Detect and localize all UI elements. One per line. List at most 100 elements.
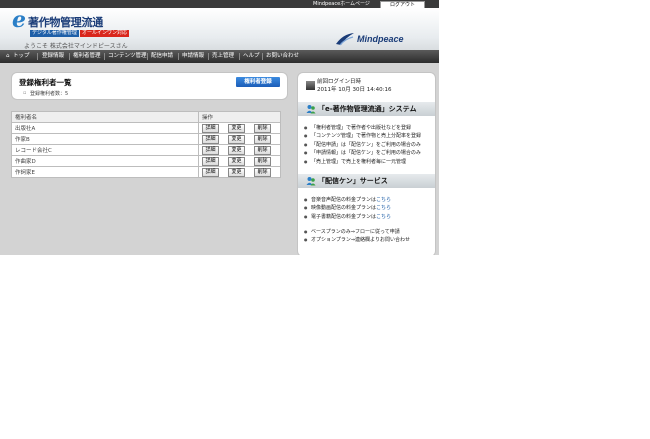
row-actions: 詳細 変更 削除 xyxy=(198,166,281,178)
nav-item-contents[interactable]: コンテンツ管理 xyxy=(108,50,147,63)
site-logo[interactable]: e 著作物管理流通 デジタル著作権管理 オールインワン対応 xyxy=(12,7,132,42)
rights-holder-name: 作家B xyxy=(11,133,199,145)
plan-link[interactable]: こちら xyxy=(376,214,391,220)
nav-divider xyxy=(37,53,38,60)
system-feature-list: 「権利者管理」で著作者や出版社などを登録 「コンテンツ管理」で著作物と売上分配率… xyxy=(304,124,421,166)
registered-count: ▫ 登録権利者数：5 xyxy=(23,90,69,97)
list-item: 音楽音声配信の料金プランはこちら xyxy=(304,196,391,205)
row-actions: 詳細 変更 削除 xyxy=(198,122,281,134)
table-row: 作家B 詳細 変更 削除 xyxy=(11,133,281,145)
list-item: 「配信申請」は「配信ケン」をご利用の場合のみ xyxy=(304,141,421,150)
top-bar: Mindpeaceホームページ ログアウト xyxy=(0,0,439,9)
logo-subtitle: デジタル著作権管理 xyxy=(30,30,79,37)
bullet-icon: ▫ xyxy=(23,90,27,96)
nav-item-distribution-request[interactable]: 配信申請 xyxy=(151,50,173,63)
row-actions: 詳細 変更 削除 xyxy=(198,133,281,145)
nav-item-request-info[interactable]: 申請情報 xyxy=(182,50,204,63)
mindpeace-logo: Mindpeace xyxy=(335,32,425,48)
delete-button[interactable]: 削除 xyxy=(254,167,271,177)
logo-badge: オールインワン対応 xyxy=(80,30,130,37)
detail-button[interactable]: 詳細 xyxy=(202,156,219,166)
nav-divider xyxy=(262,53,263,60)
row-actions: 詳細 変更 削除 xyxy=(198,144,281,156)
user-avatar-icon xyxy=(306,81,315,90)
rights-holder-table: 権利者名 操作 出版社A 詳細 変更 削除 作家B 詳細 変更 削除 レコード会社C 詳… xyxy=(11,111,281,178)
nav-divider xyxy=(239,53,240,60)
nav-item-help[interactable]: ヘルプ xyxy=(243,50,260,63)
nav-divider xyxy=(208,53,209,60)
nav-item-contact[interactable]: お問い合わせ xyxy=(266,50,299,63)
rights-holder-name: 作曲家D xyxy=(11,155,199,167)
nav-item-top[interactable]: トップ xyxy=(13,50,30,63)
delete-button[interactable]: 削除 xyxy=(254,134,271,144)
nav-divider xyxy=(69,53,70,60)
info-sidebar: 前回ログイン日時 2011年 10月 30日 14:40:16 「e-著作物管理… xyxy=(297,72,436,255)
users-icon xyxy=(306,105,316,114)
last-login-datetime: 2011年 10月 30日 14:40:16 xyxy=(317,87,392,93)
column-header-actions: 操作 xyxy=(198,111,281,123)
rights-holder-name: レコード会社C xyxy=(11,144,199,156)
section-title-haishinken: 「配信ケン」サービス xyxy=(318,177,388,185)
table-row: レコード会社C 詳細 変更 削除 xyxy=(11,144,281,156)
change-button[interactable]: 変更 xyxy=(228,134,245,144)
header: e 著作物管理流通 デジタル著作権管理 オールインワン対応 ようこそ 株式会社マ… xyxy=(0,8,439,50)
register-rights-holder-button[interactable]: 権利者登録 xyxy=(236,77,280,87)
nav-home-icon: ⌂ xyxy=(6,53,10,59)
nav-item-sales[interactable]: 売上管理 xyxy=(212,50,234,63)
detail-button[interactable]: 詳細 xyxy=(202,145,219,155)
row-actions: 詳細 変更 削除 xyxy=(198,155,281,167)
rights-holder-name: 作詞家E xyxy=(11,166,199,178)
registered-count-text: 登録権利者数：5 xyxy=(30,91,69,97)
main-nav: ⌂ トップ 登録情報 権利者管理 コンテンツ管理 配信申請 申請情報 売上管理 … xyxy=(0,50,439,63)
change-button[interactable]: 変更 xyxy=(228,167,245,177)
table-row: 作曲家D 詳細 変更 削除 xyxy=(11,155,281,167)
detail-button[interactable]: 詳細 xyxy=(202,134,219,144)
section-header-system: 「e-著作物管理流通」システム xyxy=(298,102,435,116)
mindpeace-brand: Mindpeace xyxy=(357,34,404,44)
plan-text: 映像動画配信の料金プランは xyxy=(311,205,377,212)
change-button[interactable]: 変更 xyxy=(228,123,245,133)
nav-divider xyxy=(147,53,148,60)
page-title: 登録権利者一覧 xyxy=(19,78,72,87)
last-login-label: 前回ログイン日時 xyxy=(317,79,362,85)
table-header-row: 権利者名 操作 xyxy=(11,111,281,123)
nav-divider xyxy=(178,53,179,60)
table-row: 作詞家E 詳細 変更 削除 xyxy=(11,166,281,178)
detail-button[interactable]: 詳細 xyxy=(202,167,219,177)
nav-item-registration[interactable]: 登録情報 xyxy=(42,50,64,63)
change-button[interactable]: 変更 xyxy=(228,145,245,155)
table-row: 出版社A 詳細 変更 削除 xyxy=(11,122,281,134)
list-item: 「コンテンツ管理」で著作物と売上分配率を登録 xyxy=(304,132,421,141)
nav-divider xyxy=(104,53,105,60)
detail-button[interactable]: 詳細 xyxy=(202,123,219,133)
plan-text: 音楽音声配信の料金プランは xyxy=(311,197,377,203)
list-item: 「売上管理」で売上を権利者毎に一元管理 xyxy=(304,158,421,167)
mindpeace-logo-icon xyxy=(336,33,354,46)
list-item: オプションプラン⇒連絡欄よりお問い合わせ xyxy=(304,236,410,245)
list-item: 電子書籍配信の料金プランはこちら xyxy=(304,213,391,222)
plan-guide-list: ベースプランのみ⇒フローに従って申請 オプションプラン⇒連絡欄よりお問い合わせ xyxy=(304,228,410,245)
plan-link[interactable]: こちら xyxy=(376,205,391,211)
logo-e-mark: e xyxy=(12,7,26,33)
list-item: 「権利者管理」で著作者や出版社などを登録 xyxy=(304,124,421,133)
logo-title: 著作物管理流通 xyxy=(28,16,103,29)
list-item: 「申請情報」は「配信ケン」をご利用の場合のみ xyxy=(304,149,421,158)
section-title-system: 「e-著作物管理流通」システム xyxy=(318,105,417,113)
rights-holder-list-panel: 登録権利者一覧 ▫ 登録権利者数：5 権利者登録 xyxy=(11,72,288,100)
column-header-name: 権利者名 xyxy=(11,111,199,123)
delete-button[interactable]: 削除 xyxy=(254,123,271,133)
change-button[interactable]: 変更 xyxy=(228,156,245,166)
rights-holder-name: 出版社A xyxy=(11,122,199,134)
list-item: ベースプランのみ⇒フローに従って申請 xyxy=(304,228,410,237)
users-icon xyxy=(306,177,316,186)
plan-text: 電子書籍配信の料金プランは xyxy=(311,213,377,220)
pricing-plan-list: 音楽音声配信の料金プランはこちら 映像動画配信の料金プランはこちら 電子書籍配信… xyxy=(304,196,391,222)
delete-button[interactable]: 削除 xyxy=(254,156,271,166)
section-header-haishinken: 「配信ケン」サービス xyxy=(298,174,435,188)
homepage-link[interactable]: Mindpeaceホームページ xyxy=(313,0,370,8)
nav-item-rights-holders[interactable]: 権利者管理 xyxy=(73,50,101,63)
list-item: 映像動画配信の料金プランはこちら xyxy=(304,204,391,213)
welcome-message: ようこそ 株式会社マインドピースさん xyxy=(24,43,128,50)
plan-link[interactable]: こちら xyxy=(376,197,391,203)
delete-button[interactable]: 削除 xyxy=(254,145,271,155)
